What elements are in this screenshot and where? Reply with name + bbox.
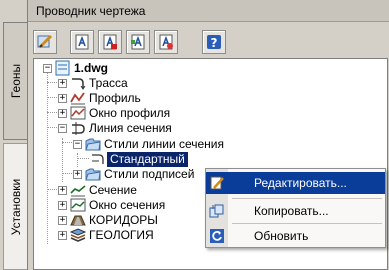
tree-item-label: КОРИДОРЫ xyxy=(89,213,158,227)
tab-settings-label: Установки xyxy=(8,178,23,235)
alignment-icon xyxy=(72,78,86,90)
drawing-file-icon xyxy=(55,60,70,76)
tree-line xyxy=(47,189,57,190)
tree-line xyxy=(77,153,78,167)
sample-line-icon xyxy=(72,122,85,135)
tree-item-label: Линия сечения xyxy=(89,121,172,135)
svg-text:?: ? xyxy=(211,36,218,50)
label-style-delete-icon xyxy=(159,34,173,50)
expand-toggle[interactable]: + xyxy=(58,94,67,103)
tab-geons-label: Геоны xyxy=(8,63,23,99)
profile-view-icon xyxy=(70,106,86,120)
tree-line xyxy=(62,142,72,143)
label-style-delete-button[interactable] xyxy=(154,30,178,54)
expand-toggle[interactable]: + xyxy=(58,186,67,195)
copy-icon xyxy=(209,204,224,218)
tree-line xyxy=(47,112,57,113)
tree-line xyxy=(62,173,72,174)
context-menu: Редактировать... Копировать... Обновить xyxy=(205,168,386,248)
help-icon: ? xyxy=(207,35,221,50)
label-style-edit-icon xyxy=(103,34,117,50)
settings-pencil-icon xyxy=(37,34,53,49)
section-view-icon xyxy=(70,198,86,212)
tab-settings[interactable]: Установки xyxy=(3,143,27,270)
tree-item-label: Сечение xyxy=(89,183,137,197)
menu-item-edit[interactable]: Редактировать... xyxy=(206,172,385,194)
label-style-alt-icon xyxy=(131,34,145,50)
expand-toggle[interactable]: + xyxy=(73,170,82,179)
expand-toggle[interactable]: + xyxy=(58,216,67,225)
label-style-edit-button[interactable] xyxy=(98,30,122,54)
expand-toggle[interactable]: + xyxy=(58,201,67,210)
tree-item-label: Стили подписей xyxy=(104,167,195,181)
panel-title: Проводник чертежа xyxy=(28,0,389,22)
collapse-toggle[interactable]: − xyxy=(58,124,67,133)
collapse-toggle[interactable]: − xyxy=(73,140,82,149)
label-style-alt-button[interactable] xyxy=(126,30,150,54)
edit-icon xyxy=(210,176,224,190)
tree-item-label: Окно профиля xyxy=(89,106,171,120)
menu-separator xyxy=(232,198,382,199)
collapse-toggle[interactable]: − xyxy=(43,64,52,73)
profile-icon xyxy=(70,92,85,105)
folder-icon xyxy=(85,168,101,181)
folder-icon xyxy=(85,138,101,151)
toolbar: ? xyxy=(28,22,389,60)
section-icon xyxy=(70,185,86,197)
tree-line xyxy=(47,97,57,98)
tree-line xyxy=(77,158,89,159)
tree-item-label: Окно сечения xyxy=(89,198,166,212)
corridor-icon xyxy=(70,215,86,226)
menu-item-copy[interactable]: Копировать... xyxy=(206,200,385,222)
expand-toggle[interactable]: + xyxy=(58,231,67,240)
tree-line xyxy=(47,82,57,83)
label-style-icon xyxy=(75,34,89,50)
style-icon xyxy=(92,154,104,164)
expand-toggle[interactable]: + xyxy=(58,79,67,88)
help-button[interactable]: ? xyxy=(202,30,226,54)
tree-line xyxy=(47,127,57,128)
tree-item-label: ГЕОЛОГИЯ xyxy=(89,228,154,242)
tree-item-label: Профиль xyxy=(89,91,141,105)
menu-item-refresh[interactable]: Обновить xyxy=(206,225,385,247)
geology-icon xyxy=(70,228,86,242)
tree-item-label: Трасса xyxy=(89,76,128,90)
refresh-icon xyxy=(210,229,224,243)
side-tab-strip: Геоны Установки xyxy=(0,0,27,270)
tree-item-label: Стили линии сечения xyxy=(104,137,225,151)
expand-toggle[interactable]: + xyxy=(58,109,67,118)
tab-geons[interactable]: Геоны xyxy=(3,22,27,140)
tree-line xyxy=(62,138,63,182)
menu-item-label: Редактировать... xyxy=(254,176,347,190)
menu-separator xyxy=(232,223,382,224)
settings-pencil-button[interactable] xyxy=(33,30,57,54)
menu-item-label: Копировать... xyxy=(254,204,329,218)
label-style-button[interactable] xyxy=(70,30,94,54)
tree-root-label: 1.dwg xyxy=(74,61,109,75)
menu-item-label: Обновить xyxy=(254,229,309,243)
tree-item-label-selected: Стандартный xyxy=(107,152,188,167)
